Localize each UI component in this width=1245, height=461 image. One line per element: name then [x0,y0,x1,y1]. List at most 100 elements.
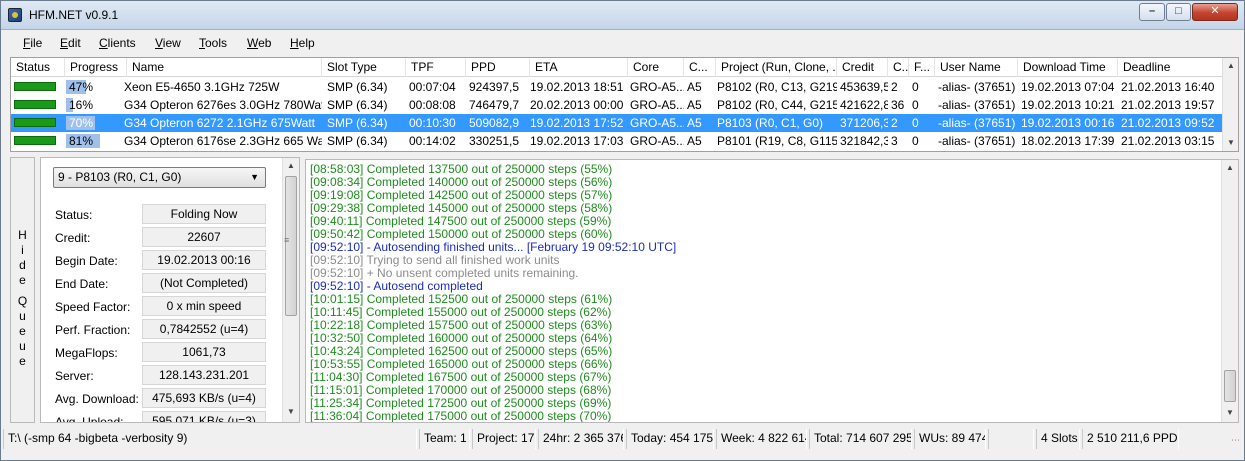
cell-deadline: 21.02.2013 09:52 [1121,116,1215,130]
menu-clients[interactable]: Clients [99,36,136,50]
cell-deadline: 21.02.2013 16:40 [1121,80,1215,94]
log-scrollbar[interactable]: ▲ ▼ [1221,160,1238,422]
queue-value: 22607 [142,227,266,247]
cell-c2: 2 [891,80,898,94]
hide-queue-letter: d [19,258,26,272]
scroll-down-icon[interactable]: ▼ [1222,405,1238,421]
col-c[interactable]: C... [684,58,716,77]
close-button[interactable]: ✕ [1192,3,1238,21]
status-strip: T:\ (-smp 64 -bigbeta -verbosity 9) Team… [1,429,1244,450]
cell-slot-type: SMP (6.34) [327,116,388,130]
app-icon[interactable] [8,8,22,22]
cell-tpf: 00:07:04 [409,80,456,94]
scroll-thumb[interactable] [285,176,297,316]
cell-ppd: 330251,5 [469,134,520,148]
grid-scrollbar[interactable]: ▲ ▼ [1222,58,1238,151]
cell-tpf: 00:10:30 [409,116,456,130]
cell-ppd: 746479,7 [469,98,520,112]
hide-queue-letter: e [19,354,26,368]
col-core[interactable]: Core [628,58,684,77]
table-row[interactable]: 47% Xeon E5-4650 3.1GHz 725W SMP (6.34) … [11,78,1224,96]
queue-label: Begin Date: [55,254,118,268]
col-slot-type[interactable]: Slot Type [322,58,406,77]
col-c2[interactable]: C... [888,58,909,77]
maximize-button[interactable]: □ [1166,3,1191,21]
status-total: Total: 714 607 295 [809,429,912,449]
table-row[interactable]: 81% G34 Opteron 6176se 2.3GHz 665 Watt S… [11,132,1224,150]
hide-queue-letter: Q [17,294,28,308]
cell-download: 19.02.2013 07:04 [1021,80,1115,94]
status-team: Team: 1 [419,429,470,449]
progress-cell: 47% [65,78,127,96]
cell-project: P8102 (R0, C44, G215) [717,98,837,112]
hide-queue-letter: H [18,228,27,242]
menu-web[interactable]: Web [247,36,271,50]
cell-project: P8102 (R0, C13, G219) [717,80,837,94]
col-progress[interactable]: Progress [65,58,127,77]
cell-ppd: 924397,5 [469,80,520,94]
menu-help[interactable]: Help [290,36,315,50]
queue-label: Status: [55,208,93,222]
cell-user: -alias- (37651) [938,116,1016,130]
cell-c2: 2 [891,116,898,130]
scroll-up-icon[interactable]: ▲ [1223,58,1238,74]
cell-download: 19.02.2013 00:16 [1021,116,1115,130]
cell-user: -alias- (37651) [938,98,1016,112]
cell-tpf: 00:08:08 [409,98,456,112]
hide-queue-letter: e [19,324,26,338]
col-f[interactable]: F... [909,58,935,77]
col-project[interactable]: Project (Run, Clone, ... [716,58,837,77]
cell-deadline: 21.02.2013 03:15 [1121,134,1215,148]
queue-label: Perf. Fraction: [55,323,131,337]
queue-label: End Date: [55,277,109,291]
chevron-down-icon: ▼ [250,172,259,182]
hide-queue-button[interactable]: H i d e Q u e u e [10,157,35,423]
scroll-up-icon[interactable]: ▲ [283,158,299,174]
queue-value: 0,7842552 (u=4) [142,319,266,339]
scroll-thumb[interactable] [1224,370,1236,402]
scroll-up-icon[interactable]: ▲ [1222,160,1238,176]
scroll-down-icon[interactable]: ▼ [283,404,299,420]
queue-label: Credit: [55,231,91,245]
queue-label: MegaFlops: [55,346,118,360]
table-row[interactable]: 16% G34 Opteron 6276es 3.0GHz 780Watt SM… [11,96,1224,114]
queue-select[interactable]: 9 - P8103 (R0, C1, G0) ▼ [53,167,266,188]
status-ppd: 2 510 211,6 PPD [1082,429,1179,449]
col-user-name[interactable]: User Name [935,58,1018,77]
menu-view[interactable]: View [155,36,181,50]
title-bar[interactable]: HFM.NET v0.9.1 – □ ✕ [1,1,1244,30]
col-eta[interactable]: ETA [530,58,628,77]
cell-c: A5 [687,116,702,130]
queue-scrollbar[interactable]: ▲ ▼ [282,158,299,422]
cell-f: 0 [912,80,919,94]
resize-grip-icon[interactable]: ⋯ [1231,435,1240,446]
cell-c: A5 [687,80,702,94]
splitter-grip-icon[interactable]: ≡ [284,235,290,245]
menu-bar: File Edit Clients View Tools Web Help [1,31,1244,55]
col-status[interactable]: Status [11,58,65,77]
minimize-button[interactable]: – [1139,3,1165,21]
col-tpf[interactable]: TPF [406,58,466,77]
status-today: Today: 454 175 [626,429,714,449]
menu-file[interactable]: File [23,36,42,50]
col-credit[interactable]: Credit [837,58,888,77]
col-download-time[interactable]: Download Time [1018,58,1118,77]
log-panel[interactable]: [08:58:03] Completed 137500 out of 25000… [305,159,1239,423]
log-line: [11:36:04] Completed 175000 out of 25000… [310,409,612,423]
slots-grid[interactable]: Status Progress Name Slot Type TPF PPD E… [10,57,1239,152]
menu-tools[interactable]: Tools [199,36,227,50]
lower-pane: H i d e Q u e u e 9 - P8103 (R0, C1, G0)… [10,155,1239,425]
col-name[interactable]: Name [127,58,322,77]
progress-cell: 81% [65,132,127,150]
status-indicator [11,78,65,96]
menu-edit[interactable]: Edit [60,36,81,50]
table-row-selected[interactable]: 70% G34 Opteron 6272 2.1GHz 675Watt SMP … [11,114,1224,132]
col-ppd[interactable]: PPD [466,58,530,77]
queue-label: Server: [55,369,94,383]
col-deadline[interactable]: Deadline [1118,58,1224,77]
cell-core: GRO-A5... [630,80,684,94]
cell-c: A5 [687,134,702,148]
cell-eta: 20.02.2013 00:00 [530,98,624,112]
status-week: Week: 4 822 614 [716,429,807,449]
scroll-down-icon[interactable]: ▼ [1223,135,1238,151]
